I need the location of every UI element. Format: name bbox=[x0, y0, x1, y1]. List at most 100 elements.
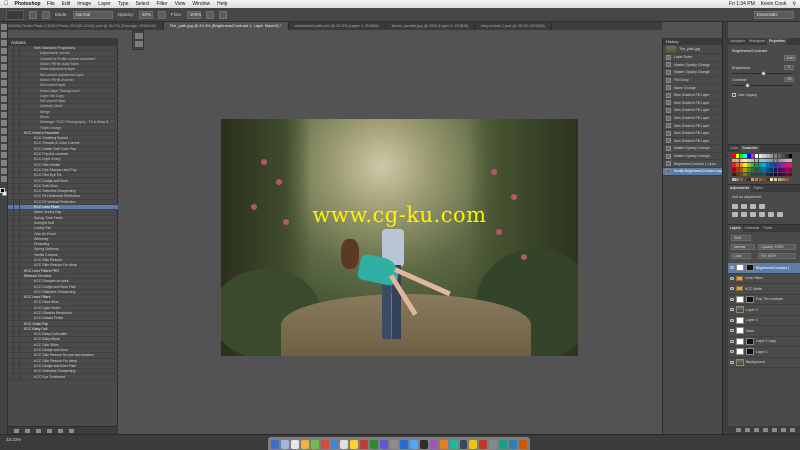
levels-icon[interactable] bbox=[741, 204, 747, 209]
layer-row[interactable]: Background bbox=[728, 358, 800, 368]
path-select-tool-icon[interactable] bbox=[1, 152, 7, 158]
dock-app-icon[interactable] bbox=[399, 439, 408, 449]
dock-app-icon[interactable] bbox=[419, 439, 428, 449]
dock-app-icon[interactable] bbox=[479, 439, 488, 449]
vibrance-icon[interactable] bbox=[732, 212, 738, 217]
layer-mask-thumbnail[interactable] bbox=[746, 348, 754, 356]
action-item[interactable]: KCC Eye Treatment bbox=[8, 374, 118, 380]
trash-icon[interactable] bbox=[790, 428, 795, 432]
tab-histogram[interactable]: Histogram bbox=[747, 38, 767, 45]
dock-app-icon[interactable] bbox=[290, 439, 299, 449]
brush-tool-icon[interactable] bbox=[1, 80, 7, 86]
history-tab[interactable]: History bbox=[663, 38, 723, 45]
dock-app-icon[interactable] bbox=[509, 439, 518, 449]
layer-row[interactable]: Layer 2 bbox=[728, 316, 800, 326]
history-state[interactable]: New Gradient Fill Layer bbox=[663, 100, 723, 108]
dock-app-icon[interactable] bbox=[489, 439, 498, 449]
dock-app-icon[interactable] bbox=[469, 439, 478, 449]
layer-row[interactable]: Pop The contrast bbox=[728, 295, 800, 305]
tab-properties[interactable]: Properties bbox=[766, 38, 787, 45]
history-state[interactable]: Master Opacity Change bbox=[663, 69, 723, 77]
exposure-icon[interactable] bbox=[759, 204, 765, 209]
dock-app-icon[interactable] bbox=[320, 439, 329, 449]
doc-tab-active[interactable]: The_path.jpg @ 33.3% (Brightness/Contras… bbox=[163, 22, 289, 30]
black-white-icon[interactable] bbox=[759, 212, 765, 217]
brush-panel-icon[interactable] bbox=[42, 10, 50, 19]
tab-navigator[interactable]: Navigator bbox=[728, 38, 747, 45]
menu-window[interactable]: Window bbox=[192, 1, 210, 7]
link-icon[interactable] bbox=[736, 428, 741, 432]
layer-group[interactable]: KCC Matte bbox=[728, 284, 800, 295]
tab-channels[interactable]: Channels bbox=[743, 225, 762, 232]
layer-mask-thumbnail[interactable] bbox=[746, 295, 754, 303]
brightness-slider-knob[interactable] bbox=[761, 71, 766, 76]
healing-brush-tool-icon[interactable] bbox=[1, 72, 7, 78]
visibility-eye-icon[interactable] bbox=[730, 276, 734, 280]
doc-tab[interactable]: RAHDB-Photo-Photo-CEDM-Photo-2016(D-2016… bbox=[0, 22, 164, 30]
visibility-eye-icon[interactable] bbox=[730, 339, 734, 343]
play-icon[interactable] bbox=[36, 428, 41, 433]
visibility-eye-icon[interactable] bbox=[730, 329, 734, 333]
record-icon[interactable] bbox=[25, 428, 30, 433]
checkbox-box[interactable] bbox=[732, 93, 736, 97]
menu-file[interactable]: File bbox=[47, 1, 55, 7]
history-state[interactable]: Master Opacity Change bbox=[663, 145, 723, 153]
dock-app-icon[interactable] bbox=[340, 439, 349, 449]
filter-kind-select[interactable]: Kind bbox=[731, 235, 751, 241]
history-state[interactable]: New Gradient Fill Layer bbox=[663, 130, 723, 138]
zoom-tool-icon[interactable] bbox=[1, 176, 7, 182]
color-balance-icon[interactable] bbox=[750, 212, 756, 217]
curves-icon[interactable] bbox=[750, 204, 756, 209]
dock-app-icon[interactable] bbox=[280, 439, 289, 449]
contrast-input[interactable]: -50 bbox=[784, 77, 794, 82]
history-brush-tool-icon[interactable] bbox=[1, 96, 7, 102]
airbrush-icon[interactable] bbox=[205, 10, 214, 19]
dock-app-icon[interactable] bbox=[429, 439, 438, 449]
dock-app-icon[interactable] bbox=[439, 439, 448, 449]
mask-icon[interactable] bbox=[754, 428, 759, 432]
clone-stamp-tool-icon[interactable] bbox=[1, 88, 7, 94]
tool-preset-icon[interactable] bbox=[135, 41, 143, 47]
dock-app-icon[interactable] bbox=[370, 439, 379, 449]
color-swatch[interactable] bbox=[788, 158, 793, 163]
dock-app-icon[interactable] bbox=[499, 439, 508, 449]
canvas-area[interactable]: www.cg-ku.com bbox=[120, 30, 662, 434]
visibility-eye-icon[interactable] bbox=[730, 318, 734, 322]
menu-edit[interactable]: Edit bbox=[62, 1, 71, 7]
flow-input[interactable]: 100% bbox=[186, 10, 201, 19]
eyedropper-tool-icon[interactable] bbox=[1, 64, 7, 70]
move-tool-icon[interactable] bbox=[1, 24, 7, 30]
quick-select-tool-icon[interactable] bbox=[1, 48, 7, 54]
history-snapshot[interactable]: The_path.jpg bbox=[663, 45, 723, 54]
visibility-eye-icon[interactable] bbox=[730, 308, 734, 312]
foreground-color-swatch[interactable] bbox=[0, 188, 5, 193]
layer-mask-thumbnail[interactable] bbox=[746, 264, 754, 272]
menu-type[interactable]: Type bbox=[118, 1, 129, 7]
actions-tab[interactable]: Actions bbox=[8, 38, 118, 46]
color-swatch[interactable] bbox=[788, 154, 793, 158]
eraser-tool-icon[interactable] bbox=[1, 104, 7, 110]
dock-app-icon[interactable] bbox=[449, 439, 458, 449]
dock-app-icon[interactable] bbox=[409, 439, 418, 449]
visibility-eye-icon[interactable] bbox=[730, 350, 734, 354]
blur-tool-icon[interactable] bbox=[1, 120, 7, 126]
contrast-slider[interactable] bbox=[732, 85, 792, 86]
marquee-tool-icon[interactable] bbox=[1, 32, 7, 38]
dodge-tool-icon[interactable] bbox=[1, 128, 7, 134]
layer-opacity-input[interactable]: Opacity: 100% bbox=[758, 244, 796, 250]
layer-row[interactable]: Haze bbox=[728, 326, 800, 337]
dock-app-icon[interactable] bbox=[459, 439, 468, 449]
brightness-contrast-icon[interactable] bbox=[732, 204, 738, 209]
adjustment-layer-icon[interactable] bbox=[763, 428, 768, 432]
dock-app-icon[interactable] bbox=[390, 439, 398, 449]
color-swatch[interactable] bbox=[788, 168, 793, 172]
user-name[interactable]: Kevin Cook bbox=[761, 1, 787, 7]
visibility-eye-icon[interactable] bbox=[730, 266, 734, 270]
dock-app-icon[interactable] bbox=[310, 439, 319, 449]
dock-app-icon[interactable] bbox=[330, 439, 339, 449]
color-swatch[interactable] bbox=[788, 177, 793, 182]
app-menu[interactable]: Photoshop bbox=[15, 1, 41, 7]
blend-mode-select[interactable]: Normal bbox=[731, 244, 755, 250]
menu-layer[interactable]: Layer bbox=[98, 1, 111, 7]
color-swatches[interactable] bbox=[0, 188, 8, 198]
